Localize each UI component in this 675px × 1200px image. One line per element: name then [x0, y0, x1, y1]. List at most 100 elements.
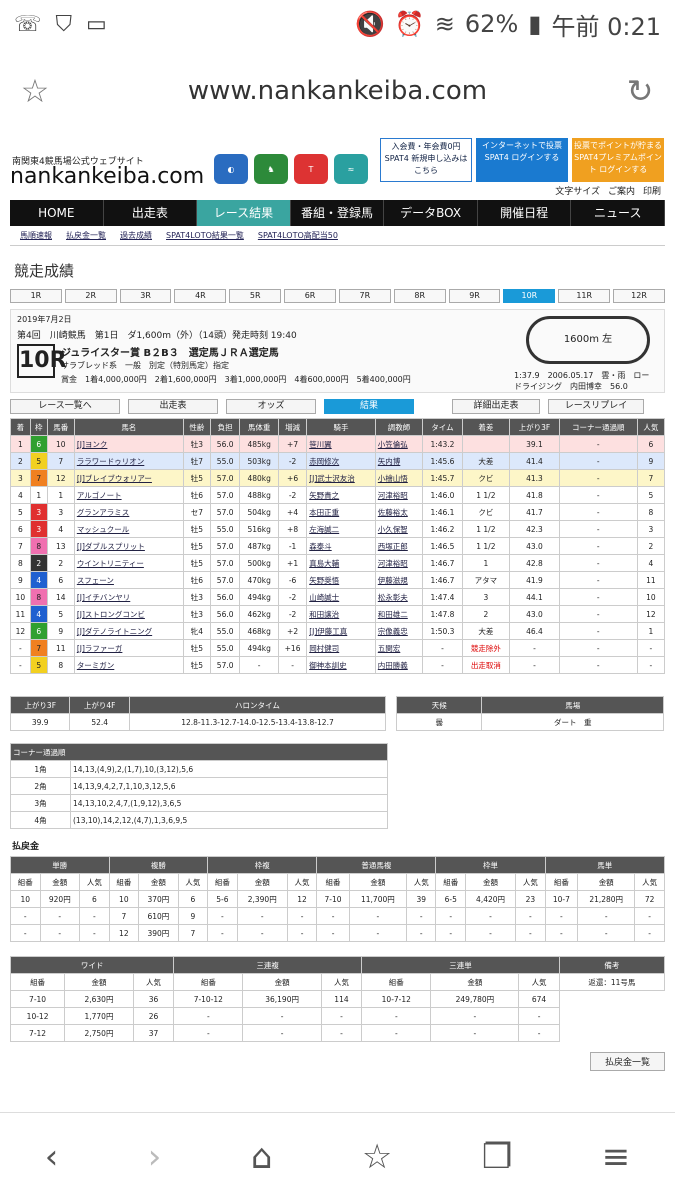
result-cell[interactable]: [J]ダテノライトニング [73, 622, 184, 640]
reload-icon[interactable]: ↻ [605, 72, 675, 110]
race-tab-7R[interactable]: 7R [338, 289, 391, 303]
result-cell[interactable]: 小檜山悟 [374, 469, 424, 487]
race-tab-12R[interactable]: 12R [613, 289, 665, 303]
result-cell[interactable]: 小久保智 [374, 520, 424, 538]
result-cell: 1 1/2 [461, 486, 511, 504]
result-cell[interactable]: 松永彰夫 [374, 588, 424, 606]
gnav-news[interactable]: ニュース [571, 200, 665, 226]
back-icon[interactable]: ‹ [45, 1137, 59, 1177]
spat4-login-banner[interactable]: インターネットで投票 SPAT4 ログインする [476, 138, 568, 182]
gnav-home[interactable]: HOME [10, 200, 104, 226]
result-cell[interactable]: 森泰斗 [306, 537, 376, 555]
result-cell[interactable]: [J]ブレイブウォリアー [73, 469, 184, 487]
race-replay-button[interactable]: レースリプレイ [548, 399, 644, 414]
result-cell[interactable]: 赤岡修次 [306, 452, 376, 470]
result-cell[interactable]: ララワードゥリオン [73, 452, 184, 470]
race-tab-10R[interactable]: 10R [503, 289, 556, 303]
race-tab-2R[interactable]: 2R [64, 289, 117, 303]
race-tab-6R[interactable]: 6R [284, 289, 336, 303]
result-cell[interactable]: [J]ラファーガ [73, 639, 184, 657]
payout-cell: - [464, 924, 517, 942]
forward-icon[interactable]: › [148, 1137, 162, 1177]
bookmark-icon[interactable]: ☆ [362, 1137, 392, 1177]
result-cell[interactable]: 河津裕昭 [374, 554, 424, 572]
result-cell[interactable]: 和田譲治 [306, 605, 376, 623]
entries-button[interactable]: 出走表 [128, 399, 218, 414]
result-cell[interactable]: [J]ダブルスプリット [73, 537, 184, 555]
funabashi-logo-icon[interactable]: T [294, 154, 328, 184]
corner-row: 3角 14,13,10,2,4,7,(1,9,12),3,6,5 [10, 794, 388, 812]
clock: 午前 0:21 [551, 12, 661, 41]
race-tab-4R[interactable]: 4R [174, 289, 227, 303]
result-cell[interactable]: 河津裕昭 [374, 486, 424, 504]
result-cell[interactable]: 矢野貴之 [306, 486, 376, 504]
race-tab-8R[interactable]: 8R [393, 289, 446, 303]
ohi-logo-icon[interactable]: ◐ [214, 154, 248, 184]
result-cell[interactable]: [J]イチバンヤリ [73, 588, 184, 606]
result-cell[interactable]: 矢野奨悟 [306, 571, 376, 589]
result-cell[interactable]: [J]伊藤工真 [306, 622, 376, 640]
result-cell[interactable]: 五関宏 [374, 639, 424, 657]
result-cell[interactable]: 和田雄二 [374, 605, 424, 623]
gnav-entries[interactable]: 出走表 [104, 200, 198, 226]
home-icon[interactable]: ⌂ [251, 1137, 273, 1177]
site-logo[interactable]: nankankeiba.com [10, 164, 204, 189]
spat4-point-banner[interactable]: 投票でポイントが貯まる SPAT4プレミアムポイント ログインする [572, 138, 664, 182]
result-cell[interactable]: グランアラミス [73, 503, 184, 521]
guide-link[interactable]: ご案内 [608, 184, 635, 197]
back-to-list-button[interactable]: レース一覧へ [10, 399, 120, 414]
tabs-icon[interactable]: ❐ [482, 1137, 512, 1177]
result-cell[interactable]: 岡村健司 [306, 639, 376, 657]
result-cell[interactable]: スフェーン [73, 571, 184, 589]
star-icon[interactable]: ☆ [0, 72, 70, 110]
result-cell[interactable]: 左海誠二 [306, 520, 376, 538]
race-tab-9R[interactable]: 9R [448, 289, 501, 303]
snav-flash[interactable]: 馬順速報 [20, 230, 52, 241]
snav-past[interactable]: 過去成績 [120, 230, 152, 241]
result-cell[interactable]: 小笠倫弘 [374, 435, 424, 453]
font-size-tool[interactable]: 文字サイズ [555, 184, 600, 197]
menu-icon[interactable]: ≡ [602, 1137, 631, 1177]
result-cell[interactable]: 宗像義忠 [374, 622, 424, 640]
spat4-signup-banner[interactable]: 入会費・年会費0円 SPAT4 新規申し込みはこちら [380, 138, 472, 182]
payout-cell: 26 [132, 1007, 175, 1025]
result-cell: アタマ [461, 571, 511, 589]
result-cell[interactable]: 矢内博 [374, 452, 424, 470]
result-cell[interactable]: 真島大輔 [306, 554, 376, 572]
result-cell[interactable]: [J]武士沢友治 [306, 469, 376, 487]
result-cell[interactable]: 佐藤裕太 [374, 503, 424, 521]
gnav-programs[interactable]: 番組・登録馬 [291, 200, 385, 226]
detail-entries-button[interactable]: 詳細出走表 [452, 399, 540, 414]
result-cell[interactable]: 笹川翼 [306, 435, 376, 453]
result-cell[interactable]: 山崎誠士 [306, 588, 376, 606]
gnav-results[interactable]: レース結果 [197, 200, 291, 226]
url-field[interactable]: www.nankankeiba.com [70, 76, 605, 106]
result-cell[interactable]: [J]ヨンク [73, 435, 184, 453]
gnav-databox[interactable]: データBOX [384, 200, 478, 226]
payout-list-button[interactable]: 払戻金一覧 [589, 1052, 665, 1071]
result-cell[interactable]: マッシュクール [73, 520, 184, 538]
result-cell[interactable]: 御神本訓史 [306, 656, 376, 674]
snav-loto-results[interactable]: SPAT4LOTO結果一覧 [166, 230, 244, 241]
race-tab-11R[interactable]: 11R [558, 289, 611, 303]
result-cell[interactable]: アルゴノート [73, 486, 184, 504]
result-cell[interactable]: ターミガン [73, 656, 184, 674]
result-cell[interactable]: ウイントリニティー [73, 554, 184, 572]
kawasaki-logo-icon[interactable]: ♞ [254, 154, 288, 184]
result-cell[interactable]: 内田勝義 [374, 656, 424, 674]
result-cell[interactable]: 伊藤滋規 [374, 571, 424, 589]
result-cell: 56.0 [209, 605, 241, 623]
snav-loto-high[interactable]: SPAT4LOTO高配当50 [258, 230, 338, 241]
result-cell[interactable]: [J]ストロングコンビ [73, 605, 184, 623]
gnav-schedule[interactable]: 開催日程 [478, 200, 572, 226]
race-tab-1R[interactable]: 1R [10, 289, 62, 303]
race-tab-5R[interactable]: 5R [229, 289, 282, 303]
result-cell[interactable]: 西塚正郎 [374, 537, 424, 555]
snav-payout-list[interactable]: 払戻金一覧 [66, 230, 106, 241]
urawa-logo-icon[interactable]: ≈ [334, 154, 368, 184]
result-cell[interactable]: 本田正重 [306, 503, 376, 521]
odds-button[interactable]: オッズ [226, 399, 316, 414]
result-button[interactable]: 結果 [324, 399, 414, 414]
print-link[interactable]: 印刷 [643, 184, 661, 197]
race-tab-3R[interactable]: 3R [119, 289, 172, 303]
